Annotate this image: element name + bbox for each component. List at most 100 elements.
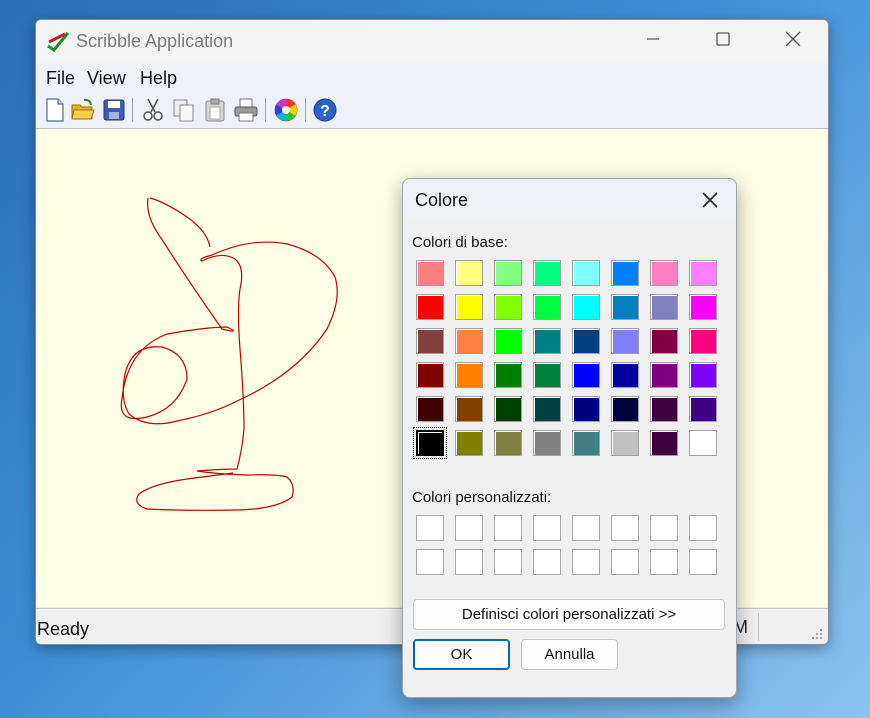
- toolbar-separator: [305, 98, 306, 122]
- color-swatch[interactable]: [572, 362, 600, 388]
- print-icon[interactable]: [233, 97, 259, 123]
- color-swatch[interactable]: [611, 294, 639, 320]
- color-swatch[interactable]: [572, 260, 600, 286]
- define-custom-colors-button[interactable]: Definisci colori personalizzati >>: [413, 599, 725, 630]
- color-swatch[interactable]: [455, 260, 483, 286]
- color-swatch[interactable]: [533, 362, 561, 388]
- custom-color-swatch[interactable]: [455, 515, 483, 541]
- color-swatch[interactable]: [494, 260, 522, 286]
- scribble-stroke: [120, 197, 338, 511]
- custom-color-swatch[interactable]: [494, 549, 522, 575]
- custom-color-swatch[interactable]: [533, 515, 561, 541]
- custom-color-swatch[interactable]: [572, 549, 600, 575]
- custom-color-swatch[interactable]: [416, 549, 444, 575]
- color-swatch[interactable]: [494, 362, 522, 388]
- menu-view[interactable]: View: [87, 68, 126, 89]
- close-button[interactable]: [758, 20, 828, 62]
- color-swatch[interactable]: [413, 427, 447, 459]
- color-dialog: Colore Colori di base: Colori personaliz…: [402, 178, 737, 698]
- color-swatch[interactable]: [494, 430, 522, 456]
- title-bar[interactable]: Scribble Application: [36, 20, 828, 62]
- paste-icon[interactable]: [202, 97, 228, 123]
- custom-color-swatch[interactable]: [611, 549, 639, 575]
- custom-color-swatch[interactable]: [416, 515, 444, 541]
- status-separator: [758, 613, 759, 641]
- color-swatch[interactable]: [650, 396, 678, 422]
- color-wheel-icon[interactable]: [273, 97, 299, 123]
- custom-color-swatch[interactable]: [611, 515, 639, 541]
- basic-colors-grid: [413, 260, 725, 460]
- color-swatch[interactable]: [416, 294, 444, 320]
- color-swatch[interactable]: [572, 328, 600, 354]
- custom-color-swatch[interactable]: [572, 515, 600, 541]
- color-swatch[interactable]: [611, 362, 639, 388]
- color-swatch[interactable]: [416, 328, 444, 354]
- color-swatch[interactable]: [650, 430, 678, 456]
- custom-colors-label: Colori personalizzati:: [412, 489, 552, 506]
- custom-color-swatch[interactable]: [689, 515, 717, 541]
- color-swatch[interactable]: [455, 328, 483, 354]
- color-swatch[interactable]: [416, 362, 444, 388]
- color-swatch[interactable]: [416, 396, 444, 422]
- new-file-icon[interactable]: [42, 97, 68, 123]
- custom-color-swatch[interactable]: [650, 549, 678, 575]
- app-icon: [47, 32, 70, 52]
- minimize-button[interactable]: [618, 20, 688, 62]
- dialog-title-bar[interactable]: Colore: [403, 179, 736, 221]
- color-swatch[interactable]: [533, 430, 561, 456]
- custom-color-swatch[interactable]: [455, 549, 483, 575]
- color-swatch[interactable]: [455, 294, 483, 320]
- svg-text:?: ?: [320, 103, 330, 120]
- custom-colors-grid: [414, 515, 725, 579]
- color-swatch[interactable]: [689, 396, 717, 422]
- copy-icon[interactable]: [171, 97, 197, 123]
- color-swatch[interactable]: [455, 362, 483, 388]
- color-swatch[interactable]: [455, 430, 483, 456]
- help-icon[interactable]: ?: [312, 97, 338, 123]
- custom-color-swatch[interactable]: [533, 549, 561, 575]
- color-swatch[interactable]: [689, 362, 717, 388]
- cut-icon[interactable]: [140, 97, 166, 123]
- color-swatch[interactable]: [533, 260, 561, 286]
- color-swatch[interactable]: [572, 294, 600, 320]
- color-swatch[interactable]: [416, 260, 444, 286]
- color-swatch[interactable]: [689, 430, 717, 456]
- color-swatch[interactable]: [494, 294, 522, 320]
- menu-help[interactable]: Help: [140, 68, 177, 89]
- save-icon[interactable]: [101, 97, 127, 123]
- custom-color-swatch[interactable]: [689, 549, 717, 575]
- color-swatch[interactable]: [572, 396, 600, 422]
- color-swatch[interactable]: [611, 430, 639, 456]
- color-swatch[interactable]: [650, 362, 678, 388]
- color-swatch[interactable]: [572, 430, 600, 456]
- maximize-button[interactable]: [688, 20, 758, 62]
- toolbar: ?: [36, 92, 828, 129]
- color-swatch[interactable]: [533, 328, 561, 354]
- minimize-icon: [647, 38, 659, 40]
- dialog-close-icon[interactable]: [697, 187, 723, 213]
- color-swatch[interactable]: [689, 328, 717, 354]
- color-swatch[interactable]: [455, 396, 483, 422]
- color-swatch[interactable]: [611, 260, 639, 286]
- color-swatch[interactable]: [650, 328, 678, 354]
- menu-file[interactable]: File: [46, 68, 75, 89]
- toolbar-separator: [265, 98, 266, 122]
- ok-button[interactable]: OK: [413, 639, 510, 670]
- color-swatch[interactable]: [533, 294, 561, 320]
- custom-color-swatch[interactable]: [650, 515, 678, 541]
- color-swatch[interactable]: [494, 328, 522, 354]
- cancel-button[interactable]: Annulla: [521, 639, 618, 670]
- color-swatch[interactable]: [650, 260, 678, 286]
- open-folder-icon[interactable]: [70, 97, 96, 123]
- custom-color-swatch[interactable]: [494, 515, 522, 541]
- color-swatch[interactable]: [689, 260, 717, 286]
- window-title: Scribble Application: [76, 31, 234, 51]
- color-swatch[interactable]: [689, 294, 717, 320]
- color-swatch[interactable]: [533, 396, 561, 422]
- color-swatch[interactable]: [611, 328, 639, 354]
- resize-grip-icon[interactable]: [810, 627, 824, 641]
- maximize-icon: [716, 32, 730, 46]
- color-swatch[interactable]: [650, 294, 678, 320]
- color-swatch[interactable]: [611, 396, 639, 422]
- color-swatch[interactable]: [494, 396, 522, 422]
